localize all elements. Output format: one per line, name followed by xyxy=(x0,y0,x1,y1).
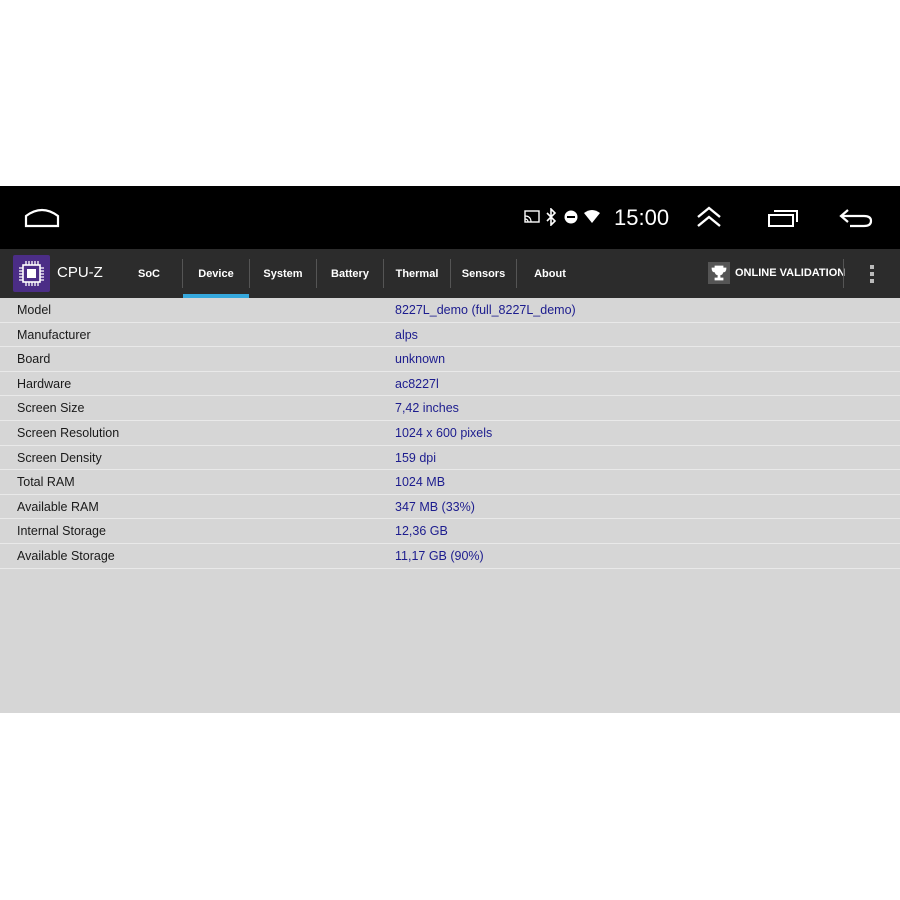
table-row: Model 8227L_demo (full_8227L_demo) xyxy=(0,298,900,323)
row-label: Hardware xyxy=(17,376,72,391)
row-label: Screen Resolution xyxy=(17,425,120,440)
back-icon[interactable] xyxy=(836,204,876,232)
row-value: ac8227l xyxy=(395,376,439,391)
tab-system[interactable]: System xyxy=(250,249,316,298)
tab-about[interactable]: About xyxy=(517,249,583,298)
online-validation-label: ONLINE VALIDATION xyxy=(735,267,846,279)
tab-battery[interactable]: Battery xyxy=(317,249,383,298)
row-value: 8227L_demo (full_8227L_demo) xyxy=(395,303,576,317)
row-value: 347 MB (33%) xyxy=(395,499,475,514)
row-label: Internal Storage xyxy=(17,524,106,539)
row-value: 11,17 GB (90%) xyxy=(395,548,484,563)
row-label: Manufacturer xyxy=(17,327,91,342)
row-label: Available RAM xyxy=(17,499,99,514)
table-row: Internal Storage 12,36 GB xyxy=(0,519,900,544)
row-value: 159 dpi xyxy=(395,450,437,465)
row-value: 1024 MB xyxy=(395,475,446,490)
trophy-icon xyxy=(708,262,730,284)
overflow-menu-icon[interactable] xyxy=(862,261,882,287)
app-bar: CPU-Z SoC Device System Battery Thermal … xyxy=(0,249,900,298)
table-row: Screen Size 7,42 inches xyxy=(0,396,900,421)
row-label: Screen Size xyxy=(17,401,85,416)
wifi-icon xyxy=(584,210,600,224)
clock: 15:00 xyxy=(614,205,670,230)
bluetooth-icon xyxy=(544,207,558,227)
tab-device[interactable]: Device xyxy=(183,249,249,298)
row-label: Total RAM xyxy=(17,475,75,490)
device-info-table: Model 8227L_demo (full_8227L_demo) Manuf… xyxy=(0,298,900,569)
tab-thermal[interactable]: Thermal xyxy=(384,249,450,298)
do-not-disturb-icon xyxy=(564,210,578,224)
home-icon[interactable] xyxy=(22,202,62,232)
device-screen: 15:00 CPU-Z SoC Device System Battery Th… xyxy=(0,186,900,713)
table-row: Available RAM 347 MB (33%) xyxy=(0,495,900,520)
cpu-chip-icon xyxy=(13,255,50,292)
table-row: Board unknown xyxy=(0,347,900,372)
row-value: 12,36 GB xyxy=(395,524,448,539)
row-label: Available Storage xyxy=(17,548,115,563)
row-label: Screen Density xyxy=(17,450,102,465)
row-value: alps xyxy=(395,327,418,342)
table-row: Screen Density 159 dpi xyxy=(0,446,900,471)
table-row: Total RAM 1024 MB xyxy=(0,470,900,495)
row-label: Model xyxy=(17,303,52,317)
row-value: 7,42 inches xyxy=(395,401,459,416)
app-title: CPU-Z xyxy=(57,264,103,281)
chevron-up-icon[interactable] xyxy=(692,200,726,234)
table-row: Hardware ac8227l xyxy=(0,372,900,397)
online-validation-button[interactable]: ONLINE VALIDATION xyxy=(708,261,845,285)
system-status-bar: 15:00 xyxy=(0,186,900,249)
tab-sensors[interactable]: Sensors xyxy=(451,249,516,298)
table-row: Available Storage 11,17 GB (90%) xyxy=(0,544,900,569)
table-row: Screen Resolution 1024 x 600 pixels xyxy=(0,421,900,446)
row-value: 1024 x 600 pixels xyxy=(395,425,493,440)
tab-soc[interactable]: SoC xyxy=(116,249,182,298)
row-label: Board xyxy=(17,352,51,367)
cast-icon xyxy=(524,210,540,224)
recents-icon[interactable] xyxy=(764,204,802,232)
table-row: Manufacturer alps xyxy=(0,323,900,348)
row-value: unknown xyxy=(395,352,446,367)
menu-divider xyxy=(843,259,844,288)
